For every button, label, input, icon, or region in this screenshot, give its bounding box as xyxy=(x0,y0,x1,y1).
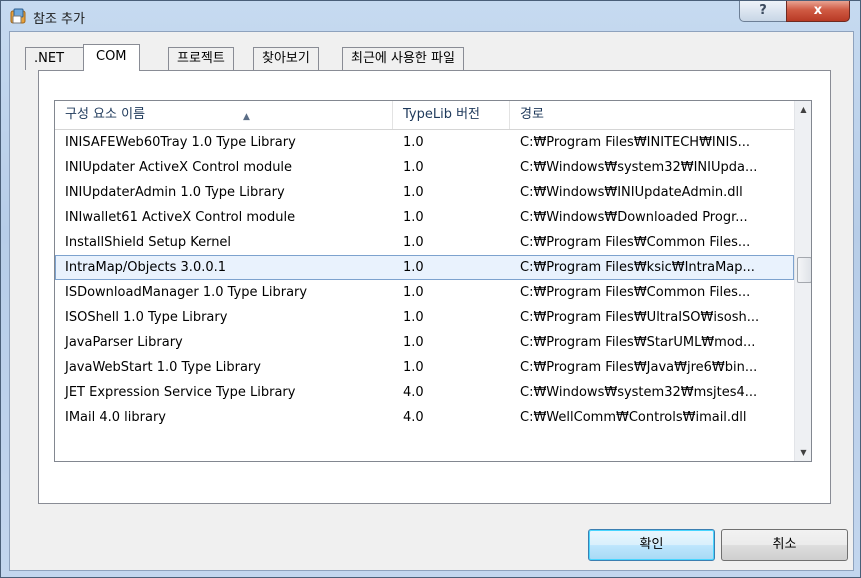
row-version: 1.0 xyxy=(403,335,424,350)
vertical-scrollbar[interactable]: ▲ ▼ xyxy=(794,101,811,461)
row-name: ISOShell 1.0 Type Library xyxy=(65,310,228,325)
row-path: C:₩Program Files₩Java₩jre6₩bin... xyxy=(520,360,758,375)
list-row[interactable]: InstallShield Setup Kernel 1.0 C:₩Progra… xyxy=(55,230,794,255)
row-path: C:₩WellComm₩Controls₩imail.dll xyxy=(520,410,747,425)
row-version: 1.0 xyxy=(403,160,424,175)
row-path: C:₩Windows₩Downloaded Progr... xyxy=(520,210,748,225)
list-row[interactable]: JET Expression Service Type Library 4.0 … xyxy=(55,380,794,405)
scroll-down-arrow-icon[interactable]: ▼ xyxy=(795,444,811,461)
row-path: C:₩Windows₩system32₩msjtes4... xyxy=(520,385,758,400)
row-path: C:₩Program Files₩Common Files... xyxy=(520,235,751,250)
column-header-version[interactable]: TypeLib 버전 xyxy=(393,101,510,129)
row-name: IMail 4.0 library xyxy=(65,410,167,425)
column-header-name[interactable]: 구성 요소 이름 ▲ xyxy=(55,101,393,129)
list-header: 구성 요소 이름 ▲ TypeLib 버전 경로 xyxy=(55,101,794,130)
list-row[interactable]: JavaParser Library 1.0 C:₩Program Files₩… xyxy=(55,330,794,355)
row-version: 4.0 xyxy=(403,410,424,425)
column-header-name-label: 구성 요소 이름 xyxy=(65,107,146,122)
row-name: INIUpdater ActiveX Control module xyxy=(65,160,293,175)
row-name: InstallShield Setup Kernel xyxy=(65,235,232,250)
row-version: 1.0 xyxy=(403,310,424,325)
row-path: C:₩Program Files₩StarUML₩mod... xyxy=(520,335,756,350)
column-header-path[interactable]: 경로 xyxy=(510,101,794,129)
row-version: 1.0 xyxy=(403,360,424,375)
row-version: 1.0 xyxy=(403,210,424,225)
sort-ascending-icon: ▲ xyxy=(243,112,250,122)
list-row[interactable]: INISAFEWeb60Tray 1.0 Type Library 1.0 C:… xyxy=(55,130,794,155)
row-name: JavaWebStart 1.0 Type Library xyxy=(65,360,261,375)
tab-com[interactable]: COM xyxy=(83,44,140,71)
references-app-icon xyxy=(10,8,26,24)
cancel-button[interactable]: 취소 xyxy=(721,529,848,561)
row-name: JET Expression Service Type Library xyxy=(65,385,296,400)
row-path: C:₩Windows₩INIUpdateAdmin.dll xyxy=(520,185,743,200)
list-row[interactable]: JavaWebStart 1.0 Type Library 1.0 C:₩Pro… xyxy=(55,355,794,380)
title-bar: 참조 추가 ? x xyxy=(1,1,860,31)
row-name: INIUpdaterAdmin 1.0 Type Library xyxy=(65,185,285,200)
row-name: INISAFEWeb60Tray 1.0 Type Library xyxy=(65,135,296,150)
row-version: 4.0 xyxy=(403,385,424,400)
row-version: 1.0 xyxy=(403,235,424,250)
list-row[interactable]: INIUpdaterAdmin 1.0 Type Library 1.0 C:₩… xyxy=(55,180,794,205)
ok-button[interactable]: 확인 xyxy=(588,529,715,561)
row-version: 1.0 xyxy=(403,185,424,200)
row-path: C:₩Program Files₩INITECH₩INIS... xyxy=(520,135,750,150)
tab-project[interactable]: 프로젝트 xyxy=(168,47,234,70)
row-name: ISDownloadManager 1.0 Type Library xyxy=(65,285,308,300)
help-button[interactable]: ? xyxy=(739,1,787,22)
scrollbar-thumb[interactable] xyxy=(797,257,811,283)
list-row-selected[interactable]: IntraMap/Objects 3.0.0.1 1.0 C:₩Program … xyxy=(55,255,794,280)
tab-recent[interactable]: 최근에 사용한 파일 xyxy=(342,47,464,70)
component-list[interactable]: 구성 요소 이름 ▲ TypeLib 버전 경로 INISAFEWeb60Tra… xyxy=(54,100,812,462)
list-row[interactable]: ISOShell 1.0 Type Library 1.0 C:₩Program… xyxy=(55,305,794,330)
window-title: 참조 추가 xyxy=(33,12,85,27)
tab-browse[interactable]: 찾아보기 xyxy=(253,47,319,70)
add-reference-dialog: 참조 추가 ? x .NET COM 프로젝트 찾아보기 최근에 사용한 파일 … xyxy=(0,0,861,578)
close-button[interactable]: x xyxy=(786,1,850,22)
list-row[interactable]: INIUpdater ActiveX Control module 1.0 C:… xyxy=(55,155,794,180)
row-path: C:₩Program Files₩UltraISO₩isosh... xyxy=(520,310,760,325)
list-row[interactable]: ISDownloadManager 1.0 Type Library 1.0 C… xyxy=(55,280,794,305)
row-version: 1.0 xyxy=(403,285,424,300)
row-name: INIwallet61 ActiveX Control module xyxy=(65,210,296,225)
scroll-up-arrow-icon[interactable]: ▲ xyxy=(795,101,811,118)
row-name: JavaParser Library xyxy=(65,335,183,350)
row-path: C:₩Windows₩system32₩INIUpda... xyxy=(520,160,758,175)
row-path: C:₩Program Files₩Common Files... xyxy=(520,285,751,300)
row-version: 1.0 xyxy=(403,135,424,150)
com-tab-panel: 구성 요소 이름 ▲ TypeLib 버전 경로 INISAFEWeb60Tra… xyxy=(38,70,831,504)
list-row[interactable]: IMail 4.0 library 4.0 C:₩WellComm₩Contro… xyxy=(55,405,794,430)
row-name: IntraMap/Objects 3.0.0.1 xyxy=(65,260,227,275)
row-path: C:₩Program Files₩ksic₩IntraMap... xyxy=(520,260,755,275)
list-row[interactable]: INIwallet61 ActiveX Control module 1.0 C… xyxy=(55,205,794,230)
row-version: 1.0 xyxy=(403,260,424,275)
